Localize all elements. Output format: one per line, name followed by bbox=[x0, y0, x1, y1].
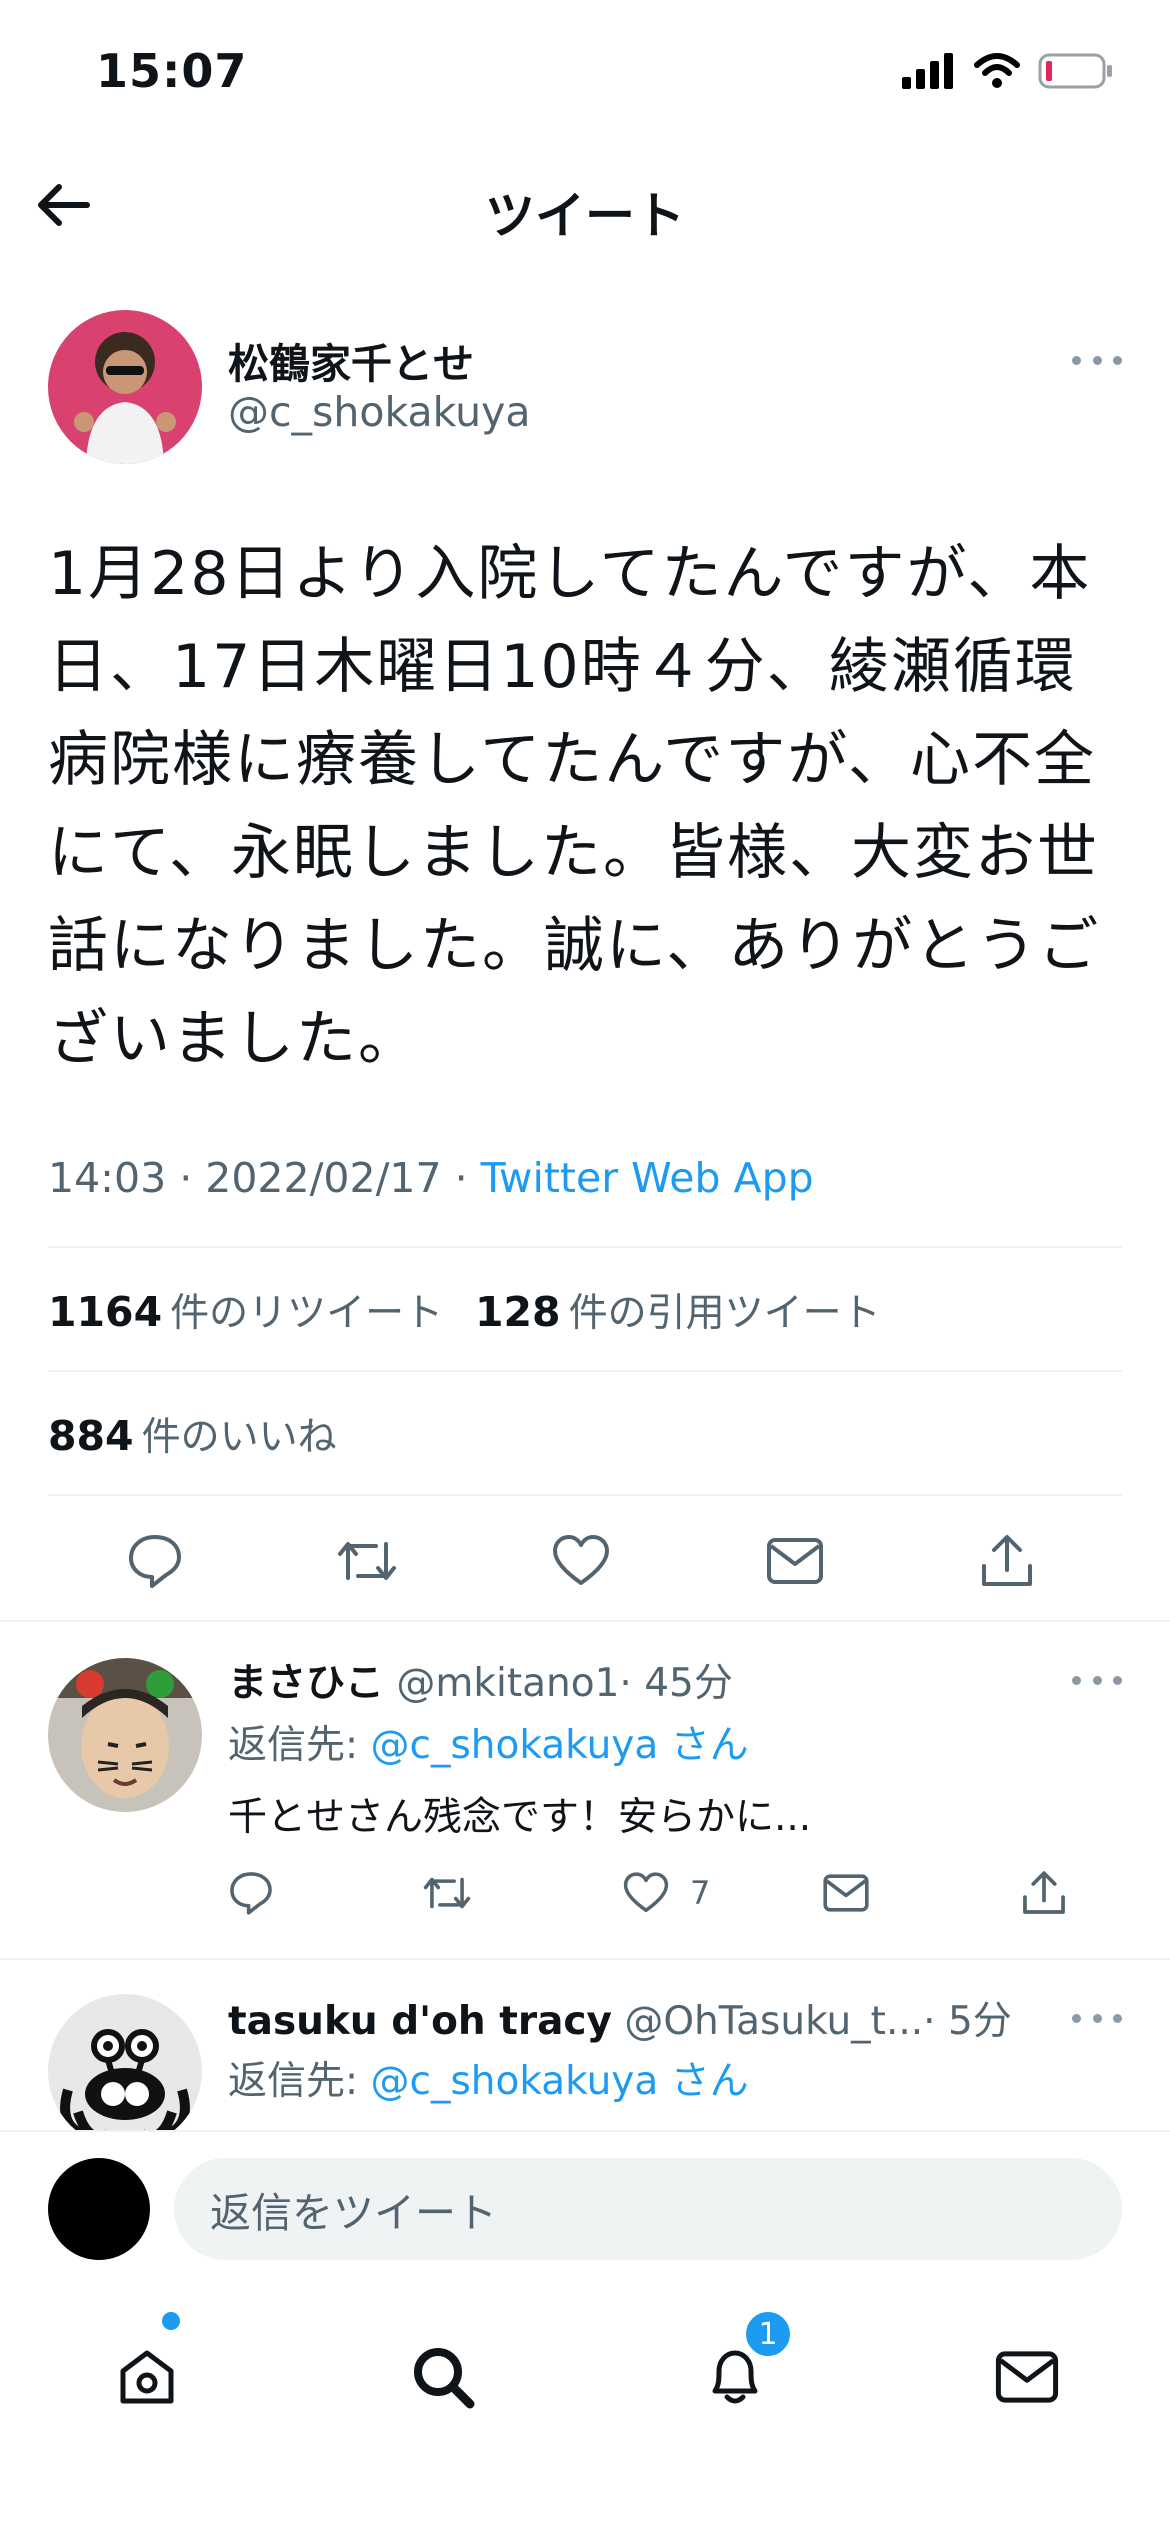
quote-stats[interactable]: 128 件の引用ツイート bbox=[475, 1282, 881, 1338]
reply-avatar[interactable] bbox=[48, 1994, 202, 2148]
retweet-icon bbox=[338, 1542, 396, 1580]
reply-dm-button[interactable] bbox=[822, 1858, 870, 1928]
quotes-count: 128 bbox=[475, 1288, 561, 1336]
reply-share-button[interactable] bbox=[1020, 1858, 1068, 1928]
more-icon bbox=[1072, 1675, 1081, 1685]
tweet-source-link[interactable]: Twitter Web App bbox=[481, 1154, 814, 1202]
retweet-button[interactable] bbox=[332, 1526, 402, 1596]
reply-author-handle[interactable]: @OhTasuku_t... bbox=[624, 1999, 923, 2044]
reply-to-handle-link[interactable]: @c_shokakuya さん bbox=[371, 2059, 749, 2104]
divider bbox=[48, 1246, 1122, 1248]
tweet-action-bar bbox=[0, 1500, 1170, 1618]
share-icon bbox=[982, 1535, 1032, 1586]
more-dot bbox=[1113, 1675, 1122, 1685]
mail-icon bbox=[995, 2351, 1059, 2403]
retweets-count: 1164 bbox=[48, 1288, 163, 1336]
status-bar: 15:07 bbox=[0, 0, 1170, 150]
home-icon bbox=[120, 2350, 174, 2404]
more-icon bbox=[1072, 2013, 1081, 2023]
more-options-button[interactable] bbox=[1062, 335, 1132, 385]
like-button[interactable] bbox=[546, 1526, 616, 1596]
reply-more-button[interactable] bbox=[1062, 1660, 1132, 1700]
likes-count: 884 bbox=[48, 1412, 134, 1460]
quotes-label: 件の引用ツイート bbox=[568, 1291, 881, 1336]
reply-to-prefix: 返信先: bbox=[228, 2059, 371, 2104]
tab-home[interactable] bbox=[92, 2322, 202, 2432]
signal-icon bbox=[902, 53, 953, 89]
heart-icon bbox=[553, 1535, 609, 1585]
author-handle[interactable]: @c_shokakuya bbox=[228, 388, 530, 436]
more-dot bbox=[1092, 1675, 1102, 1685]
like-stats[interactable]: 884 件のいいね bbox=[48, 1406, 337, 1462]
author-name[interactable]: 松鶴家千とせ bbox=[228, 330, 474, 390]
tweet-text: 1月28日より入院してたんですが、本日、17日木曜日10時４分、綾瀬循環病院様に… bbox=[48, 539, 1101, 1074]
share-button[interactable] bbox=[972, 1526, 1042, 1596]
reply-time: · 5分 bbox=[923, 1999, 1012, 2044]
compose-bar: 返信をツイート bbox=[0, 2130, 1170, 2280]
reply-author-name[interactable]: まさひこ bbox=[228, 1661, 384, 1706]
avatar-image bbox=[48, 310, 202, 464]
tweet-timestamp: 14:03 · 2022/02/17 · bbox=[48, 1154, 481, 1202]
header: ツイート bbox=[0, 150, 1170, 265]
home-unread-dot bbox=[162, 2312, 180, 2330]
notifications-badge: 1 bbox=[742, 2308, 794, 2360]
battery-icon bbox=[1038, 53, 1112, 89]
more-dot bbox=[1113, 2013, 1122, 2023]
more-icon bbox=[1072, 355, 1081, 365]
more-dot bbox=[1092, 355, 1102, 365]
tab-search[interactable] bbox=[388, 2322, 498, 2432]
divider bbox=[0, 1958, 1170, 1960]
likes-label: 件のいいね bbox=[141, 1415, 337, 1460]
divider bbox=[48, 1370, 1122, 1372]
reply-icon bbox=[230, 1872, 272, 1915]
dm-button[interactable] bbox=[760, 1526, 830, 1596]
reply-to-prefix: 返信先: bbox=[228, 1723, 371, 1768]
reply-reply-button[interactable] bbox=[228, 1858, 274, 1928]
reply-header: まさひこ @mkitano1· 45分 bbox=[228, 1652, 733, 1708]
avatar-image bbox=[48, 1658, 202, 1812]
status-time: 15:07 bbox=[96, 44, 248, 98]
reply-more-button[interactable] bbox=[1062, 1998, 1132, 2038]
reply-author-name[interactable]: tasuku d'oh tracy bbox=[228, 1999, 612, 2044]
reply-text: 千とせさん残念です！安らかに... bbox=[228, 1795, 812, 1840]
reply-to: 返信先: @c_shokakuya さん bbox=[228, 1714, 749, 1770]
mail-icon bbox=[823, 1874, 869, 1912]
status-icons bbox=[902, 52, 1114, 90]
retweet-stats[interactable]: 1164 件のリツイート bbox=[48, 1282, 443, 1338]
reply-to: 返信先: @c_shokakuya さん bbox=[228, 2050, 749, 2106]
share-icon bbox=[1023, 1871, 1065, 1914]
reply-icon bbox=[129, 1535, 181, 1588]
reply-action-bar: 7 bbox=[0, 1858, 1170, 1928]
reply-header: tasuku d'oh tracy @OhTasuku_t...· 5分 bbox=[228, 1990, 1012, 2046]
reply-avatar[interactable] bbox=[48, 1658, 202, 1812]
heart-icon bbox=[623, 1872, 669, 1913]
retweet-icon bbox=[423, 1877, 471, 1909]
avatar-image bbox=[48, 1994, 202, 2148]
more-dot bbox=[1113, 355, 1122, 365]
reply-like-count: 7 bbox=[690, 1874, 711, 1912]
reply-time: · 45分 bbox=[619, 1661, 733, 1706]
wifi-icon bbox=[974, 53, 1020, 88]
divider bbox=[48, 1494, 1122, 1496]
tweet-meta: 14:03 · 2022/02/17 · Twitter Web App bbox=[48, 1154, 814, 1202]
reply-to-handle-link[interactable]: @c_shokakuya さん bbox=[371, 1723, 749, 1768]
author-avatar[interactable] bbox=[48, 310, 202, 464]
retweets-label: 件のリツイート bbox=[170, 1291, 444, 1336]
tab-messages[interactable] bbox=[972, 2322, 1082, 2432]
reply-author-handle[interactable]: @mkitano1 bbox=[396, 1661, 619, 1706]
my-avatar[interactable] bbox=[48, 2158, 150, 2260]
reply-button[interactable] bbox=[120, 1526, 190, 1596]
divider bbox=[0, 1620, 1170, 1622]
more-dot bbox=[1092, 2013, 1102, 2023]
mail-icon bbox=[767, 1538, 823, 1584]
reply-retweet-button[interactable] bbox=[420, 1858, 474, 1928]
reply-input[interactable]: 返信をツイート bbox=[174, 2158, 1122, 2260]
reply-like-button[interactable]: 7 bbox=[622, 1858, 710, 1928]
page-title: ツイート bbox=[485, 187, 685, 245]
search-icon bbox=[414, 2348, 475, 2409]
